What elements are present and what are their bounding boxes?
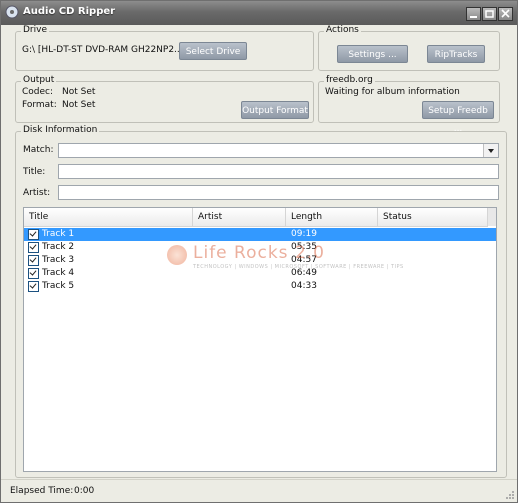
elapsed-time-label: Elapsed Time: [10,486,74,496]
track-checkbox[interactable] [28,242,39,253]
track-row[interactable]: Track 5 04:33 [24,280,496,293]
drive-legend: Drive [21,25,49,35]
header-filler [488,208,496,226]
actions-legend: Actions [324,25,361,35]
codec-label: Codec: [22,87,54,97]
track-title: Track 3 [42,255,75,265]
track-list-header: Title Artist Length Status [24,208,488,227]
track-list[interactable]: Title Artist Length Status Track 1 09:19… [23,207,497,472]
close-icon [501,9,510,18]
freedb-legend: freedb.org [324,75,375,85]
elapsed-time-value: 0:00 [74,486,95,496]
maximize-button[interactable] [482,7,497,21]
rip-tracks-button[interactable]: RipTracks [427,45,485,63]
track-title: Track 4 [42,268,75,278]
codec-value: Not Set [62,87,96,97]
column-header-length[interactable]: Length [286,208,378,226]
track-checkbox[interactable] [28,281,39,292]
settings-button[interactable]: Settings ... [337,45,408,63]
format-value: Not Set [62,100,96,110]
chevron-down-icon[interactable] [483,144,498,157]
track-checkbox[interactable] [28,268,39,279]
artist-input[interactable] [58,185,499,200]
track-checkbox[interactable] [28,229,39,240]
track-title: Track 1 [42,229,75,239]
track-row[interactable]: Track 1 09:19 [24,228,496,241]
output-group: Output Codec: Not Set Format: Not Set Ou… [15,75,314,123]
minimize-button[interactable] [466,7,481,21]
close-button[interactable] [498,7,513,21]
freedb-group: freedb.org Waiting for album information… [318,75,500,134]
output-legend: Output [21,75,57,85]
track-checkbox[interactable] [28,255,39,266]
format-label: Format: [22,100,57,110]
track-title: Track 5 [42,281,75,291]
watermark: Life Rocks 2.0 TECHNOLOGY | WINDOWS | MI… [167,243,403,279]
title-input[interactable] [58,164,499,179]
title-label: Title: [23,167,46,177]
match-label: Match: [23,145,54,155]
maximize-icon [485,10,494,18]
match-combobox[interactable] [58,143,499,158]
output-format-button[interactable]: Output Format [241,101,309,119]
watermark-text: Life Rocks 2.0 [193,243,325,263]
drive-group: Drive G:\ [HL-DT-ST DVD-RAM GH22NP2... S… [15,25,314,71]
watermark-logo-icon [167,245,187,265]
freedb-status: Waiting for album information [325,87,460,97]
select-drive-button[interactable]: Select Drive [179,42,247,60]
cd-icon [5,5,19,19]
window-title: Audio CD Ripper [23,6,116,17]
track-title: Track 2 [42,242,75,252]
actions-group: Actions Settings ... RipTracks [318,25,500,71]
title-bar[interactable]: Audio CD Ripper [1,1,517,25]
minimize-icon [470,16,477,18]
disk-info-legend: Disk Information [21,125,100,135]
resize-grip-icon[interactable] [505,490,515,500]
track-length: 09:19 [291,229,317,239]
app-window: Audio CD Ripper Drive G:\ [HL-DT-ST DVD-… [0,0,518,503]
track-length: 04:33 [291,281,317,291]
drive-name: G:\ [HL-DT-ST DVD-RAM GH22NP2... [22,45,183,55]
column-header-artist[interactable]: Artist [193,208,286,226]
watermark-subtext: TECHNOLOGY | WINDOWS | MICROSOFT | SOFTW… [193,264,404,270]
artist-label: Artist: [23,188,51,198]
status-bar: Elapsed Time: 0:00 [1,479,517,502]
column-header-status[interactable]: Status [378,208,488,226]
column-header-title[interactable]: Title [24,208,193,226]
setup-freedb-button[interactable]: Setup Freedb ... [422,101,494,134]
